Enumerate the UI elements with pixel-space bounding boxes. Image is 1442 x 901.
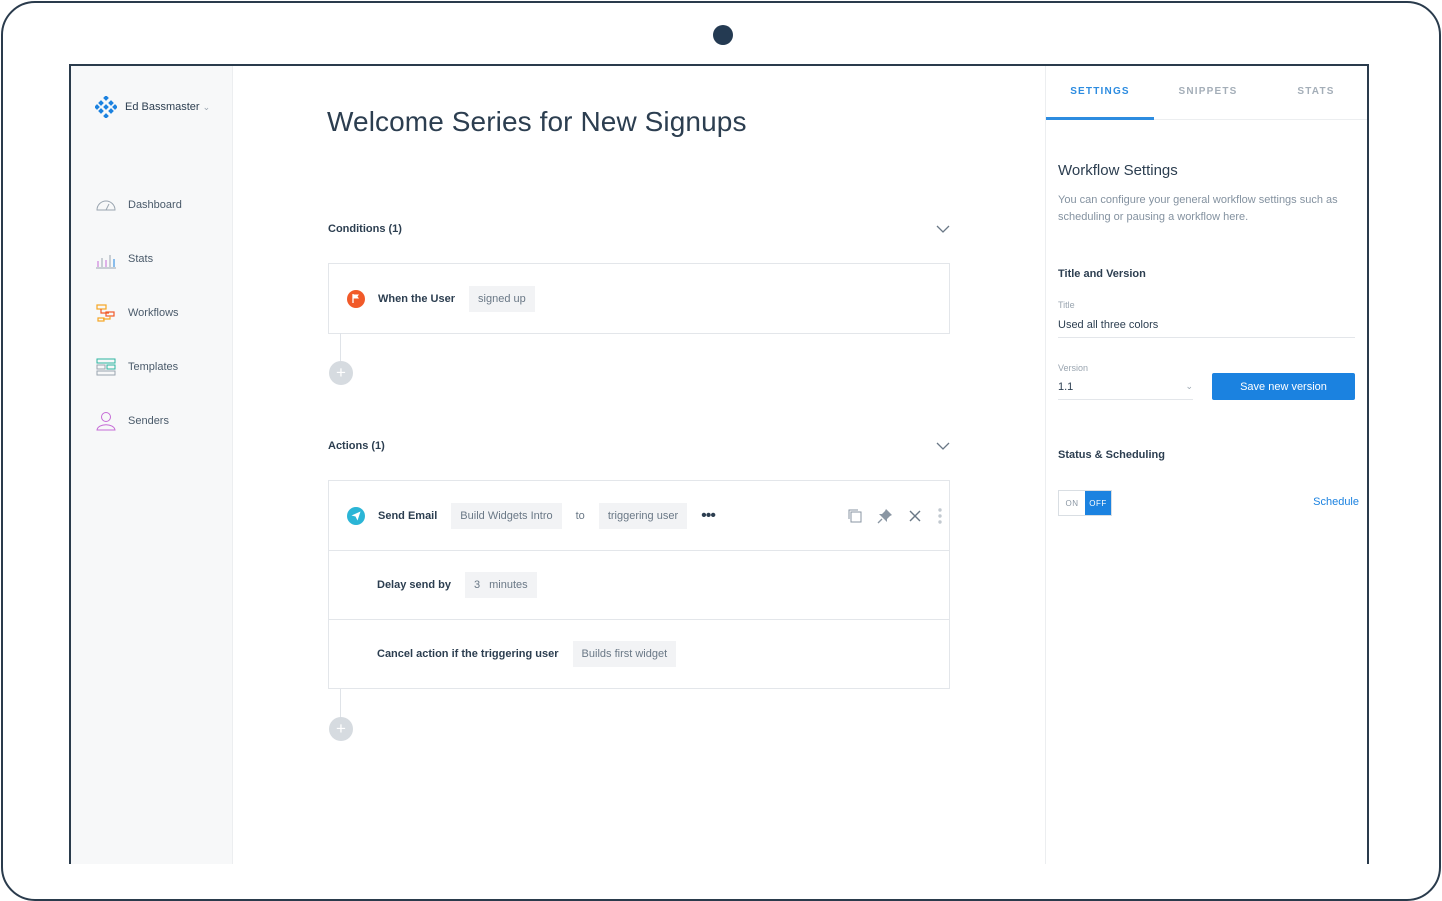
panel-title: Workflow Settings (1058, 162, 1178, 179)
recipient-chip[interactable]: triggering user (598, 502, 688, 529)
row-action-icons (847, 507, 943, 525)
panel-tabs: SETTINGS SNIPPETS STATS (1046, 66, 1367, 120)
app-screen: Ed Bassmaster ⌄ Dashboard Stats Workflow… (69, 64, 1369, 864)
title-version-heading: Title and Version (1058, 268, 1146, 280)
plus-icon: + (336, 719, 346, 738)
sidebar-item-senders[interactable]: Senders (95, 394, 182, 448)
title-field-label: Title (1058, 300, 1075, 310)
sidebar: Ed Bassmaster ⌄ Dashboard Stats Workflow… (71, 66, 233, 864)
delay-label: Delay send by (377, 579, 451, 591)
sidebar-item-label: Workflows (128, 307, 179, 319)
panel-description: You can configure your general workflow … (1058, 194, 1338, 223)
account-switcher[interactable]: Ed Bassmaster ⌄ (95, 96, 210, 118)
sidebar-item-label: Templates (128, 361, 179, 373)
camera-dot (713, 25, 733, 45)
version-field-label: Version (1058, 363, 1089, 373)
tab-settings[interactable]: SETTINGS (1046, 66, 1154, 120)
sidebar-nav: Dashboard Stats Workflows Templates Send… (95, 178, 182, 448)
add-condition-button[interactable]: + (329, 361, 353, 385)
version-select[interactable]: 1.1 ⌄ (1058, 381, 1193, 400)
actions-header[interactable]: Actions (1) (328, 440, 950, 452)
tab-stats[interactable]: STATS (1262, 66, 1367, 119)
status-toggle[interactable]: ON OFF (1058, 490, 1112, 516)
schedule-link[interactable]: Schedule (1313, 496, 1359, 508)
conditions-heading: Conditions (1) (328, 223, 402, 235)
chevron-down-icon: ⌄ (1185, 381, 1193, 391)
conditions-header[interactable]: Conditions (1) (328, 223, 950, 235)
condition-value-chip[interactable]: signed up (469, 285, 535, 312)
account-name: Ed Bassmaster (125, 101, 200, 113)
pin-icon[interactable] (877, 508, 893, 524)
chevron-down-icon: ⌄ (202, 101, 211, 112)
drag-handle-icon[interactable] (937, 507, 943, 525)
tab-snippets[interactable]: SNIPPETS (1154, 66, 1262, 119)
to-label: to (575, 509, 585, 522)
delay-unit-chip[interactable]: minutes (480, 572, 537, 598)
dashboard-gauge-icon (96, 200, 116, 211)
email-template-chip[interactable]: Build Widgets Intro (451, 502, 562, 529)
add-action-button[interactable]: + (329, 717, 353, 741)
templates-icon (96, 358, 116, 376)
chevron-down-icon[interactable] (936, 224, 950, 234)
toggle-off-option[interactable]: OFF (1085, 491, 1111, 515)
cancel-value-chip[interactable]: Builds first widget (572, 641, 677, 667)
delay-amount-chip[interactable]: 3 (464, 572, 481, 598)
stats-bars-icon (96, 255, 116, 269)
conditions-card: When the User signed up (328, 263, 950, 334)
duplicate-icon[interactable] (847, 508, 863, 524)
send-email-label: Send Email (378, 509, 438, 522)
sidebar-item-label: Dashboard (128, 199, 182, 211)
sidebar-item-label: Stats (128, 253, 154, 265)
delay-row[interactable]: Delay send by 3 minutes (329, 550, 949, 619)
save-new-version-button[interactable]: Save new version (1212, 373, 1355, 400)
toggle-on-option[interactable]: ON (1059, 491, 1085, 515)
cancel-label: Cancel action if the triggering user (377, 648, 559, 660)
senders-user-icon (96, 412, 116, 431)
paper-plane-icon (347, 506, 365, 525)
workflow-editor: Welcome Series for New Signups Condition… (234, 66, 1044, 864)
sidebar-item-dashboard[interactable]: Dashboard (95, 178, 182, 232)
settings-panel: SETTINGS SNIPPETS STATS Workflow Setting… (1045, 66, 1367, 864)
sidebar-item-stats[interactable]: Stats (95, 232, 182, 286)
workflows-icon (96, 304, 115, 322)
plus-icon: + (336, 363, 346, 382)
page-title: Welcome Series for New Signups (327, 106, 747, 137)
sidebar-item-workflows[interactable]: Workflows (95, 286, 182, 340)
connector-line (340, 689, 341, 719)
chevron-down-icon[interactable] (936, 441, 950, 451)
condition-label: When the User (378, 292, 456, 305)
flag-icon (347, 289, 365, 308)
title-input[interactable]: Used all three colors (1058, 319, 1355, 338)
connector-line (340, 333, 341, 363)
actions-heading: Actions (1) (328, 440, 385, 452)
more-options-icon[interactable]: ••• (701, 507, 716, 525)
logo-icon (95, 96, 117, 118)
actions-card: Send Email Build Widgets Intro to trigge… (328, 480, 950, 689)
status-scheduling-heading: Status & Scheduling (1058, 449, 1165, 461)
sidebar-item-templates[interactable]: Templates (95, 340, 182, 394)
send-email-row[interactable]: Send Email Build Widgets Intro to trigge… (329, 481, 949, 550)
cancel-condition-row[interactable]: Cancel action if the triggering user Bui… (329, 619, 949, 688)
sidebar-item-label: Senders (128, 415, 169, 427)
version-value: 1.1 (1058, 381, 1074, 393)
condition-row[interactable]: When the User signed up (329, 264, 949, 333)
close-icon[interactable] (907, 508, 923, 524)
